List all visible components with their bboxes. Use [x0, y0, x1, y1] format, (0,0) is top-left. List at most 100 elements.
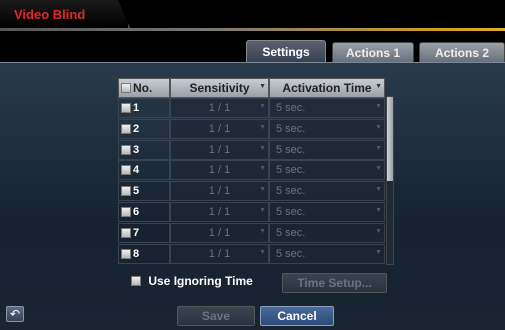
activation-time-select[interactable]: 5 sec. ▼ [269, 181, 385, 202]
sensitivity-select[interactable]: 1 / 1 ▼ [170, 243, 269, 264]
row-number: 5 [133, 185, 140, 198]
row-number-cell[interactable]: 5 [118, 181, 170, 202]
sensitivity-select[interactable]: 1 / 1 ▼ [170, 118, 269, 139]
chevron-down-icon: ▼ [259, 83, 266, 90]
chevron-down-icon: ▼ [375, 83, 382, 90]
use-ignoring-time-option[interactable]: Use Ignoring Time [131, 274, 253, 288]
header-no[interactable]: No. [118, 78, 170, 98]
row-checkbox[interactable] [121, 248, 131, 259]
row-number: 3 [133, 143, 140, 156]
row-checkbox[interactable] [121, 186, 131, 197]
table-row[interactable]: 8 1 / 1 ▼ 5 sec. ▼ [118, 243, 390, 264]
chevron-down-icon: ▼ [375, 207, 382, 214]
sensitivity-value: 1 / 1 [208, 206, 231, 218]
table-row[interactable]: 7 1 / 1 ▼ 5 sec. ▼ [118, 222, 390, 243]
activation-time-select[interactable]: 5 sec. ▼ [269, 243, 385, 264]
activation-time-select[interactable]: 5 sec. ▼ [269, 160, 385, 181]
header-activation-label: Activation Time [282, 81, 372, 95]
activation-time-value: 5 sec. [276, 185, 306, 198]
sensitivity-select[interactable]: 1 / 1 ▼ [170, 160, 269, 181]
header-sensitivity-label: Sensitivity [189, 81, 250, 95]
activation-time-select[interactable]: 5 sec. ▼ [269, 139, 385, 160]
row-number-cell[interactable]: 2 [118, 118, 170, 139]
row-number: 7 [133, 226, 140, 239]
row-number-cell[interactable]: 4 [118, 160, 170, 181]
chevron-down-icon: ▼ [259, 103, 266, 110]
chevron-down-icon: ▼ [375, 144, 382, 152]
sensitivity-select[interactable]: 1 / 1 ▼ [170, 139, 269, 160]
tab-actions-2[interactable]: Actions 2 [419, 42, 505, 62]
activation-time-value: 5 sec. [276, 143, 306, 156]
sensitivity-value: 1 / 1 [208, 185, 231, 198]
header-no-label: No. [133, 81, 153, 95]
tab-settings[interactable]: Settings [246, 40, 326, 62]
chevron-down-icon: ▼ [259, 207, 266, 214]
sensitivity-value: 1 / 1 [208, 164, 231, 177]
sensitivity-select[interactable]: 1 / 1 ▼ [170, 202, 269, 222]
save-button[interactable]: Save [177, 306, 255, 326]
chevron-down-icon: ▼ [375, 186, 382, 194]
table-row[interactable]: 3 1 / 1 ▼ 5 sec. ▼ [118, 139, 390, 160]
row-checkbox[interactable] [121, 123, 131, 134]
use-ignoring-time-checkbox[interactable] [131, 276, 141, 286]
sensitivity-select[interactable]: 1 / 1 ▼ [170, 98, 269, 118]
table-row[interactable]: 6 1 / 1 ▼ 5 sec. ▼ [118, 202, 390, 222]
row-number: 6 [133, 206, 140, 218]
back-arrow-icon[interactable]: ↶ [6, 306, 24, 322]
activation-time-value: 5 sec. [276, 102, 306, 114]
window-title: Video Blind [14, 7, 86, 22]
sensitivity-value: 1 / 1 [208, 247, 231, 260]
table-row[interactable]: 5 1 / 1 ▼ 5 sec. ▼ [118, 181, 390, 202]
row-number-cell[interactable]: 3 [118, 139, 170, 160]
row-number: 4 [133, 164, 140, 177]
time-setup-button[interactable]: Time Setup... [282, 273, 387, 293]
activation-time-select[interactable]: 5 sec. ▼ [269, 118, 385, 139]
header-activation-time[interactable]: Activation Time ▼ [269, 78, 385, 98]
row-checkbox[interactable] [121, 165, 131, 176]
row-number-cell[interactable]: 6 [118, 202, 170, 222]
cancel-button[interactable]: Cancel [260, 306, 334, 326]
use-ignoring-time-label: Use Ignoring Time [148, 274, 253, 288]
row-checkbox[interactable] [121, 207, 131, 217]
chevron-down-icon: ▼ [259, 165, 266, 173]
header-sensitivity[interactable]: Sensitivity ▼ [170, 78, 269, 98]
row-checkbox[interactable] [121, 227, 131, 238]
chevron-down-icon: ▼ [375, 165, 382, 173]
activation-time-value: 5 sec. [276, 206, 306, 218]
table-row[interactable]: 1 1 / 1 ▼ 5 sec. ▼ [118, 98, 390, 118]
chevron-down-icon: ▼ [259, 186, 266, 194]
tab-bar: Settings Actions 1 Actions 2 [0, 38, 505, 62]
chevron-down-icon: ▼ [259, 123, 266, 131]
sensitivity-value: 1 / 1 [208, 143, 231, 156]
row-number: 8 [133, 247, 140, 260]
table-row[interactable]: 4 1 / 1 ▼ 5 sec. ▼ [118, 160, 390, 181]
activation-time-value: 5 sec. [276, 247, 306, 260]
sensitivity-select[interactable]: 1 / 1 ▼ [170, 181, 269, 202]
row-number-cell[interactable]: 7 [118, 222, 170, 243]
table-scrollbar[interactable] [386, 96, 394, 265]
chevron-down-icon: ▼ [375, 123, 382, 131]
tab-actions-1[interactable]: Actions 1 [332, 42, 414, 62]
row-number-cell[interactable]: 1 [118, 98, 170, 118]
chevron-down-icon: ▼ [375, 103, 382, 110]
activation-time-select[interactable]: 5 sec. ▼ [269, 202, 385, 222]
sensitivity-value: 1 / 1 [208, 122, 231, 135]
activation-time-value: 5 sec. [276, 164, 306, 177]
sensitivity-select[interactable]: 1 / 1 ▼ [170, 222, 269, 243]
row-number-cell[interactable]: 8 [118, 243, 170, 264]
activation-time-select[interactable]: 5 sec. ▼ [269, 98, 385, 118]
scrollbar-thumb[interactable] [387, 97, 393, 181]
activation-time-select[interactable]: 5 sec. ▼ [269, 222, 385, 243]
chevron-down-icon: ▼ [375, 248, 382, 256]
activation-time-value: 5 sec. [276, 122, 306, 135]
row-number: 1 [133, 102, 140, 114]
row-checkbox[interactable] [121, 103, 131, 113]
row-checkbox[interactable] [121, 144, 131, 155]
select-all-checkbox[interactable] [121, 83, 131, 93]
window-title-tab: Video Blind [0, 0, 130, 28]
chevron-down-icon: ▼ [259, 227, 266, 235]
table-row[interactable]: 2 1 / 1 ▼ 5 sec. ▼ [118, 118, 390, 139]
activation-time-value: 5 sec. [276, 226, 306, 239]
chevron-down-icon: ▼ [375, 227, 382, 235]
chevron-down-icon: ▼ [259, 144, 266, 152]
